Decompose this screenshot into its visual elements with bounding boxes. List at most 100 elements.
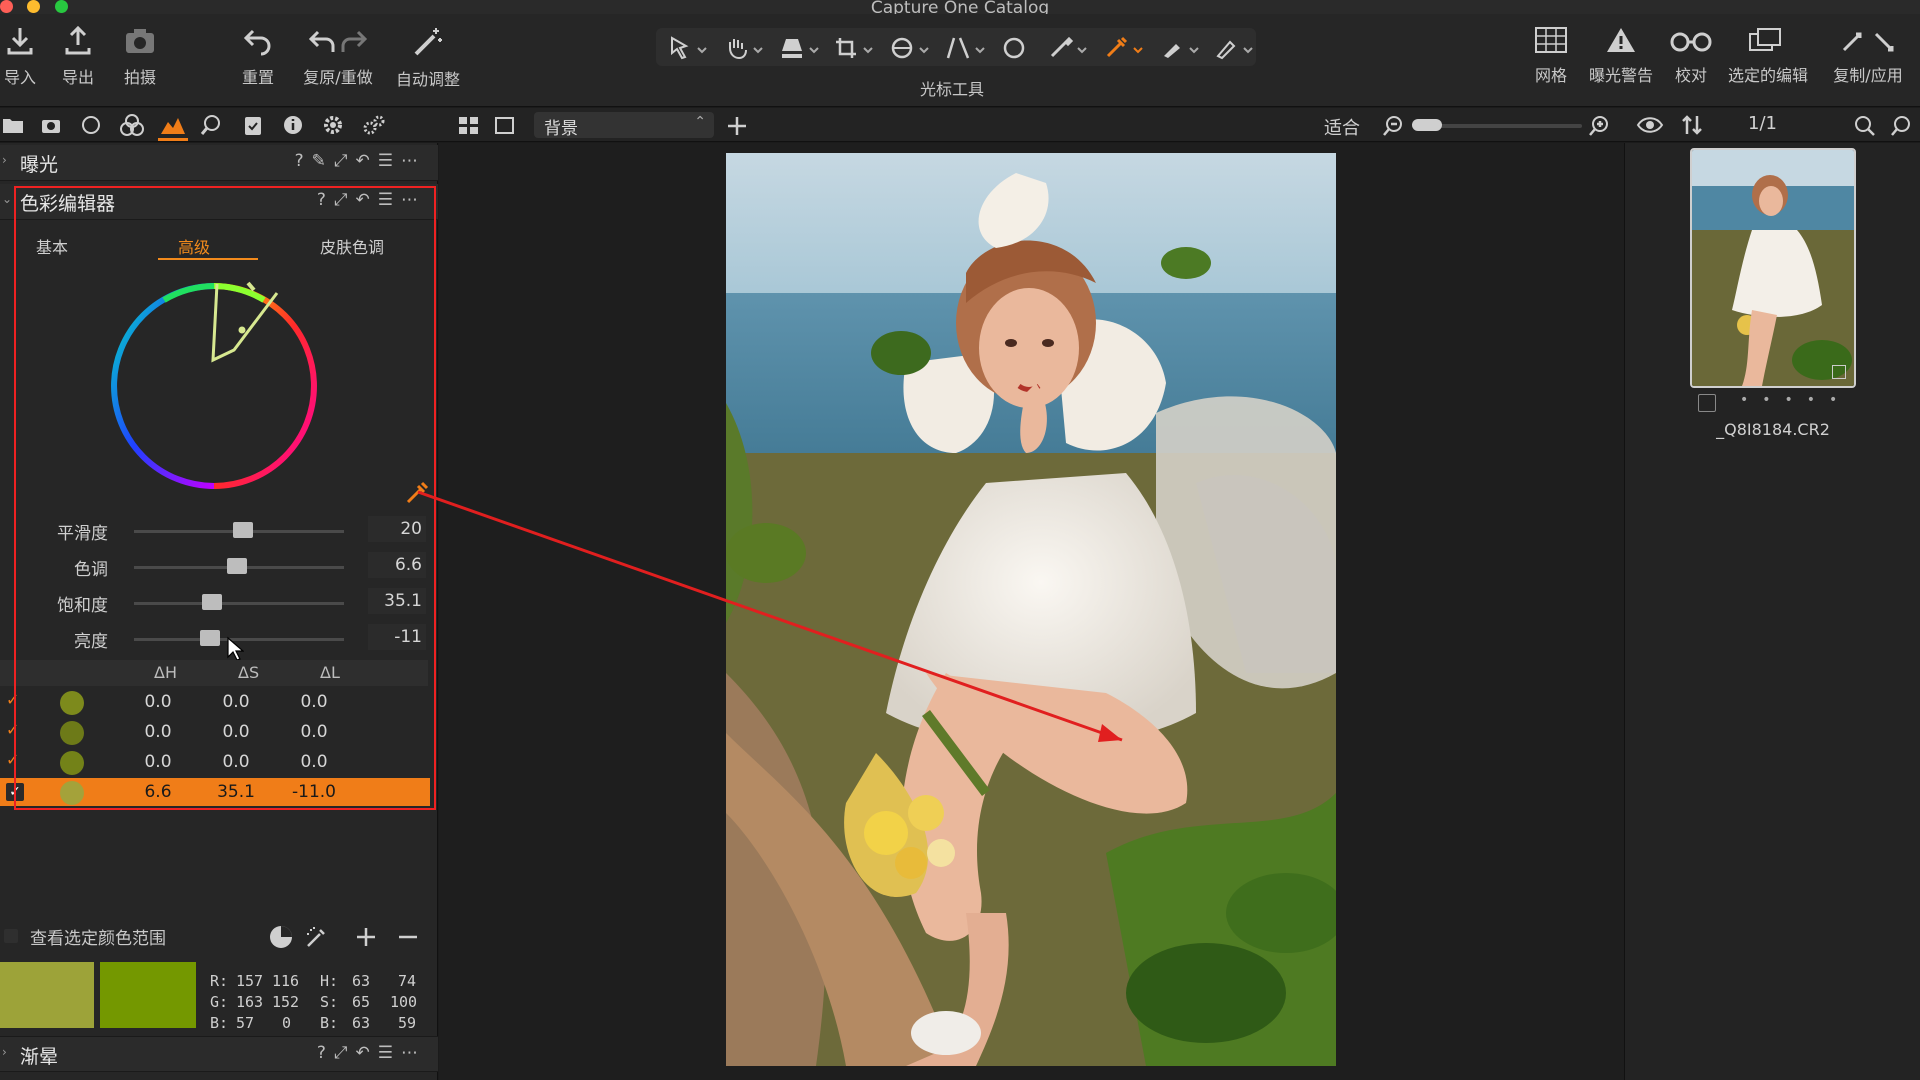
row-enable-check-icon[interactable]: ✓ [6,720,19,739]
zoom-in-icon[interactable] [1588,115,1610,137]
reset-label: 重置 [241,68,274,87]
saturation-knob[interactable] [201,594,222,610]
color-adjust-row[interactable]: ✓ 0.0 0.0 0.0 [0,688,430,716]
sort-arrows-icon[interactable] [1680,114,1704,136]
brightness-after: 59 [398,1014,417,1032]
import-button[interactable]: 导入 [2,26,38,88]
hue-range-handle[interactable] [246,281,256,292]
search-icon[interactable] [1854,115,1876,137]
layer-select[interactable]: 背景 ⌃ [534,112,714,139]
hue-value[interactable]: 6.6 [368,552,426,578]
collapse-arrow-icon[interactable]: › [2,153,7,167]
active-tab-indicator [158,138,188,141]
star-rating-dots[interactable]: ••••• [1740,392,1851,408]
rotate-icon[interactable] [890,36,930,60]
color-editor-icons[interactable]: ?⤢↶☰⋯ [317,190,426,210]
proof-button[interactable]: 校对 [1666,26,1716,86]
thumbnail-badge-icon [1832,365,1846,379]
capture-button[interactable]: 拍摄 [122,26,158,88]
vignette-section-icons[interactable]: ?⤢↶☰⋯ [317,1043,426,1063]
hue-point-handle[interactable] [238,326,246,334]
library-folder-icon[interactable] [2,114,24,136]
collapse-arrow-icon[interactable]: › [2,1045,7,1059]
copy-apply-button[interactable]: 复制/应用 [1826,26,1910,86]
color-picker-icon[interactable] [404,480,430,506]
lightness-value[interactable]: -11 [368,624,426,650]
undo-redo-button[interactable]: 复原/重做 [302,26,374,88]
hue-slider[interactable]: 色调 6.6 [0,551,438,581]
color-circles-icon[interactable] [120,114,144,136]
color-wheel[interactable] [104,276,324,496]
smoothness-knob[interactable] [233,522,254,538]
gradient-mask-icon[interactable] [1160,36,1200,60]
tab-skin-tone[interactable]: 皮肤色调 [320,234,384,258]
pan-hand-icon[interactable] [724,36,764,60]
eye-icon[interactable] [1636,115,1664,135]
row-enable-check-icon[interactable]: ✓ [6,690,19,709]
zoom-slider-knob[interactable] [1412,119,1442,131]
crop-icon[interactable] [834,36,874,60]
tab-basic[interactable]: 基本 [36,234,68,258]
lightness-slider[interactable]: 亮度 -11 [0,623,438,653]
expand-arrow-icon[interactable]: ⌄ [2,192,12,206]
details-magnifier-icon[interactable] [200,114,222,136]
row-enable-check-icon[interactable]: ✓ [6,783,24,801]
zoom-fit-label[interactable]: 适合 [1324,114,1360,140]
lightness-knob[interactable] [199,630,220,646]
remove-color-minus-icon[interactable] [396,925,420,949]
exposure-section-header[interactable]: › 曝光 ?✎⤢↶☰⋯ [0,145,438,181]
eyedropper-sparkle-icon[interactable] [304,924,330,950]
thumbnail[interactable] [1690,148,1856,388]
layer-select-value: 背景 [544,119,578,139]
capture-tab-camera-icon[interactable] [40,114,62,136]
metadata-info-icon[interactable] [282,114,304,136]
hue-knob[interactable] [226,558,247,574]
view-range-checkbox[interactable] [4,929,18,943]
auto-adjust-button[interactable]: 自动调整 [396,26,460,90]
color-wheel-mini-icon[interactable] [268,924,294,950]
single-view-icon[interactable] [494,116,516,136]
grid-button[interactable]: 网格 [1530,26,1572,86]
row-dl-value: -11.0 [292,782,336,802]
lens-circle-icon[interactable] [80,114,102,136]
smoothness-slider[interactable]: 平滑度 20 [0,515,438,545]
stamp-icon[interactable] [780,36,820,60]
styles-gears-icon[interactable] [362,114,386,136]
exposure-tab-icon-active[interactable] [160,114,186,136]
main-photo[interactable] [726,153,1336,1066]
color-editor-header[interactable]: ⌄ 色彩编辑器 ?⤢↶☰⋯ [0,184,438,220]
export-button[interactable]: 导出 [60,26,96,88]
vignette-section-header[interactable]: › 渐晕 ?⤢↶☰⋯ [0,1036,438,1072]
zoom-out-icon[interactable] [1382,115,1404,137]
smoothness-value[interactable]: 20 [368,516,426,542]
exposure-warning-button[interactable]: 曝光警告 [1586,26,1656,86]
saturation-track[interactable] [134,602,344,605]
view-range-label[interactable]: 查看选定颜色范围 [30,924,166,949]
hue-range-segment[interactable] [211,283,279,363]
row-enable-check-icon[interactable]: ✓ [6,750,19,769]
thumbnail-select-checkbox[interactable] [1698,394,1716,412]
color-adjust-row[interactable]: ✓ 6.6 35.1 -11.0 [0,778,430,806]
add-layer-plus-icon[interactable] [726,115,748,137]
reset-button[interactable]: 重置 [240,26,276,88]
settings-gear-icon[interactable] [322,114,344,136]
select-arrow-icon[interactable] [668,36,708,60]
edit-selected-button[interactable]: 选定的编辑 [1726,26,1810,86]
reset-icon [243,29,271,56]
eraser-icon[interactable] [1214,36,1254,60]
s-after: 100 [390,993,418,1011]
saturation-slider[interactable]: 饱和度 35.1 [0,587,438,617]
tab-advanced[interactable]: 高级 [178,234,210,258]
spot-circle-icon[interactable] [1002,36,1030,60]
filter-search-icon[interactable] [1890,115,1912,137]
saturation-value[interactable]: 35.1 [368,588,426,614]
brush-icon[interactable] [1048,36,1088,60]
grid-view-icon[interactable] [458,116,480,136]
keystone-icon[interactable] [946,36,986,60]
color-picker-active-icon[interactable] [1104,36,1144,60]
color-adjust-row[interactable]: ✓ 0.0 0.0 0.0 [0,718,430,746]
color-adjust-row[interactable]: ✓ 0.0 0.0 0.0 [0,748,430,776]
exposure-section-icons[interactable]: ?✎⤢↶☰⋯ [295,151,426,171]
adjustments-clipboard-icon[interactable] [242,114,264,136]
add-color-plus-icon[interactable] [354,925,378,949]
